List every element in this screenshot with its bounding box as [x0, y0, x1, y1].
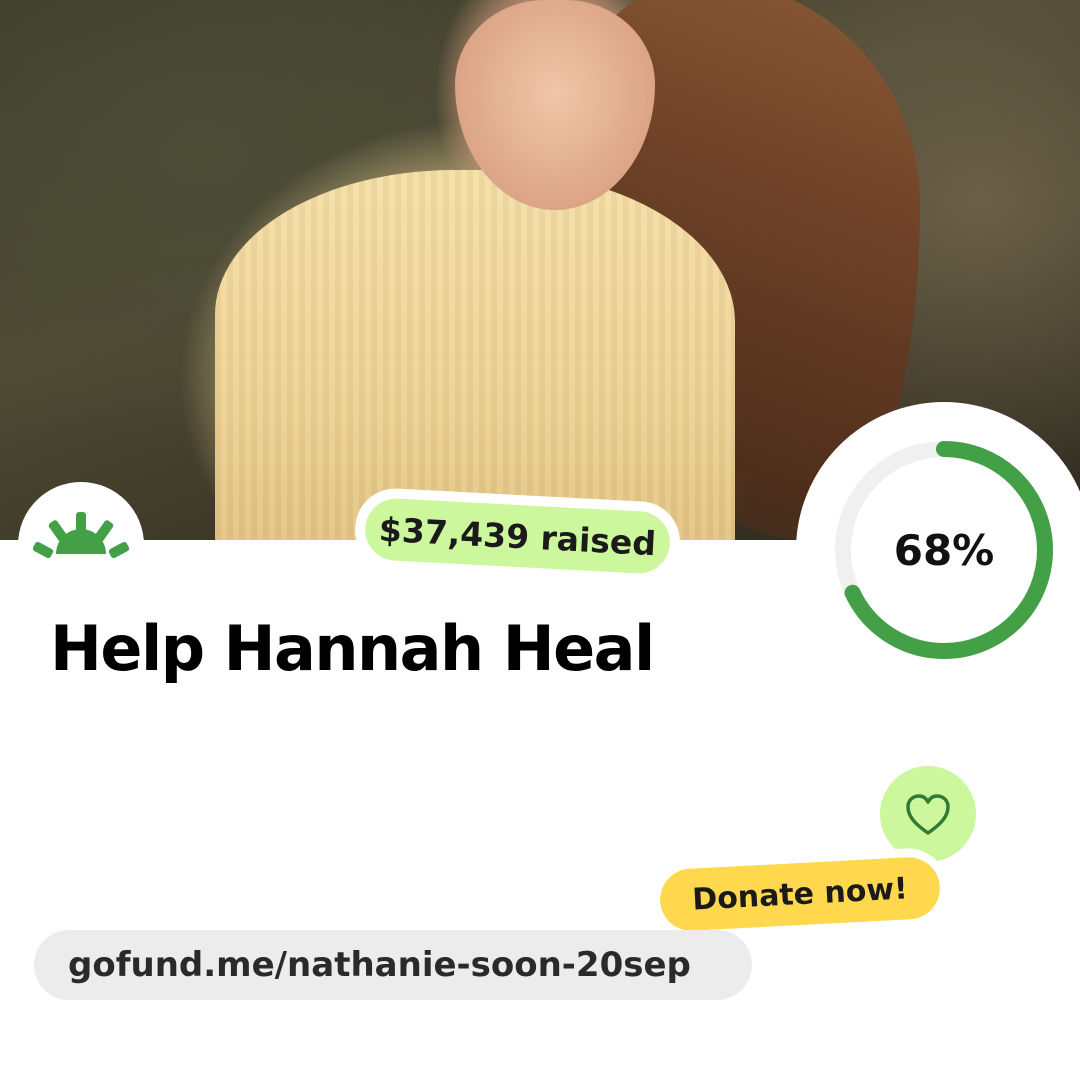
raised-amount-label: $37,439 raised	[363, 497, 672, 575]
gofundme-sunrise-icon	[18, 482, 144, 608]
donate-button-label: Donate now!	[658, 855, 942, 933]
favorite-button[interactable]	[880, 766, 976, 862]
progress-ring: 68%	[796, 402, 1080, 698]
donate-button[interactable]: Donate now!	[650, 846, 950, 942]
photo-sweater	[215, 170, 735, 540]
campaign-title: Help Hannah Heal	[50, 612, 655, 685]
progress-percent: 68%	[893, 525, 995, 575]
raised-amount-badge: $37,439 raised	[353, 486, 682, 586]
campaign-url[interactable]: gofund.me/nathanie-soon-20sep	[34, 930, 752, 1000]
heart-icon	[906, 794, 950, 835]
